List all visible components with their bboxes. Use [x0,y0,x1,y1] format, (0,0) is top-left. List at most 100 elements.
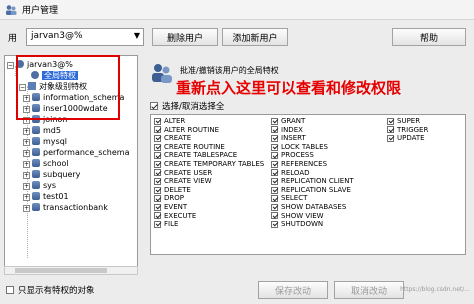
privilege-item[interactable]: REFERENCES [271,160,354,169]
privilege-label: SUPER [397,117,421,125]
tree-db-item[interactable]: + school [23,158,69,169]
select-all-checkbox[interactable]: 选择/取消选择全 [150,100,224,112]
tree-db-item[interactable]: + mysql [23,136,67,147]
privilege-item[interactable]: DELETE [154,186,264,195]
privilege-item[interactable]: GRANT [271,117,354,126]
privilege-item[interactable]: INSERT [271,134,354,143]
privilege-item[interactable]: UPDATE [387,134,428,143]
expand-icon[interactable]: + [23,205,30,212]
privilege-item[interactable]: CREATE VIEW [154,177,264,186]
privilege-item[interactable]: SHOW DATABASES [271,203,354,212]
privilege-label: EXECUTE [164,211,197,220]
tree-db-item[interactable]: + subquery [23,169,80,180]
privilege-checkbox[interactable] [154,177,161,185]
expand-icon[interactable]: + [23,161,30,168]
privilege-checkbox[interactable] [271,220,278,228]
privilege-checkbox[interactable] [154,186,161,194]
privilege-item[interactable]: EVENT [154,203,264,212]
expand-icon[interactable]: + [23,183,30,190]
select-all-label: 选择/取消选择全 [162,102,225,112]
tree-db-item[interactable]: + transactionbank [23,202,108,213]
privilege-item[interactable]: PROCESS [271,151,354,160]
privilege-checkbox[interactable] [154,195,161,203]
scrollbar-thumb[interactable] [15,268,107,273]
collapse-icon[interactable]: − [7,62,14,69]
privilege-item[interactable]: RELOAD [271,169,354,178]
delete-user-button[interactable]: 删除用户 [152,28,218,46]
privilege-checkbox[interactable] [154,169,161,177]
privilege-checkbox[interactable] [271,195,278,203]
privilege-checkbox[interactable] [387,117,394,125]
privilege-item[interactable]: CREATE TABLESPACE [154,151,264,160]
privilege-checkbox[interactable] [154,117,161,125]
watermark: https://blog.csdn.net/... [400,286,470,293]
privilege-checkbox[interactable] [271,160,278,168]
privilege-item[interactable]: CREATE [154,134,264,143]
tree-db-item[interactable]: + md5 [23,125,61,136]
annotation-text: 重新点入这里可以查看和修改权限 [176,79,402,97]
tree-horizontal-scrollbar[interactable] [4,266,138,275]
privilege-item[interactable]: ALTER [154,117,264,126]
privilege-checkbox[interactable] [154,152,161,160]
privilege-item[interactable]: REPLICATION CLIENT [271,177,354,186]
tree-db-label: school [43,159,69,168]
privilege-checkbox[interactable] [271,134,278,142]
privilege-item[interactable]: SELECT [271,194,354,203]
privilege-checkbox[interactable] [271,126,278,134]
privilege-checkbox[interactable] [387,126,394,134]
tree-db-item[interactable]: + sys [23,180,56,191]
privilege-label: CREATE [164,134,192,143]
cancel-changes-button[interactable]: 取消改动 [334,281,404,299]
privilege-item[interactable]: CREATE ROUTINE [154,143,264,152]
expand-icon[interactable]: + [23,194,30,201]
privilege-checkbox[interactable] [154,126,161,134]
privilege-item[interactable]: SHOW VIEW [271,212,354,221]
privilege-checkbox[interactable] [271,203,278,211]
privilege-checkbox[interactable] [154,143,161,151]
privilege-checkbox[interactable] [271,117,278,125]
expand-icon[interactable]: + [23,139,30,146]
privilege-item[interactable]: INDEX [271,126,354,135]
privilege-label: CREATE TEMPORARY TABLES [164,159,265,168]
expand-icon[interactable]: + [23,128,30,135]
tree-db-item[interactable]: + test01 [23,191,69,202]
privilege-checkbox[interactable] [154,220,161,228]
privilege-checkbox[interactable] [271,186,278,194]
save-changes-button[interactable]: 保存改动 [258,281,328,299]
privilege-checkbox[interactable] [271,212,278,220]
privilege-checkbox[interactable] [271,143,278,151]
help-button[interactable]: 帮助 [392,28,466,46]
user-select[interactable]: jarvan3@% ▼ [26,28,144,46]
privilege-label: SHOW DATABASES [281,202,347,211]
database-icon [32,181,40,189]
expand-icon[interactable]: + [23,150,30,157]
privilege-label: DELETE [164,185,191,194]
privilege-item[interactable]: LOCK TABLES [271,143,354,152]
privilege-item[interactable]: REPLICATION SLAVE [271,186,354,195]
show-only-privileged-checkbox[interactable]: 只显示有特权的对象 [6,284,95,296]
add-user-button[interactable]: 添加新用户 [222,28,288,46]
privilege-item[interactable]: DROP [154,194,264,203]
privilege-checkbox[interactable] [271,169,278,177]
checkbox[interactable] [150,102,158,110]
privilege-item[interactable]: CREATE TEMPORARY TABLES [154,160,264,169]
expand-icon[interactable]: + [23,172,30,179]
privilege-item[interactable]: SUPER [387,117,428,126]
privilege-item[interactable]: CREATE USER [154,169,264,178]
privilege-item[interactable]: ALTER ROUTINE [154,126,264,135]
privilege-item[interactable]: EXECUTE [154,212,264,221]
privilege-item[interactable]: FILE [154,220,264,229]
tree-db-item[interactable]: + performance_schema [23,147,130,158]
privilege-checkbox[interactable] [271,177,278,185]
privilege-item[interactable]: TRIGGER [387,126,428,135]
privilege-checkbox[interactable] [154,160,161,168]
privileges-panel: 批准/撤销该用户的全局特权 重新点入这里可以查看和修改权限 选择/取消选择全 A… [148,55,470,269]
user-select-value: jarvan3@% [31,31,83,41]
privilege-checkbox[interactable] [154,134,161,142]
checkbox[interactable] [6,286,14,294]
privilege-checkbox[interactable] [154,212,161,220]
privilege-checkbox[interactable] [271,152,278,160]
privilege-checkbox[interactable] [154,203,161,211]
privilege-item[interactable]: SHUTDOWN [271,220,354,229]
privilege-checkbox[interactable] [387,134,394,142]
